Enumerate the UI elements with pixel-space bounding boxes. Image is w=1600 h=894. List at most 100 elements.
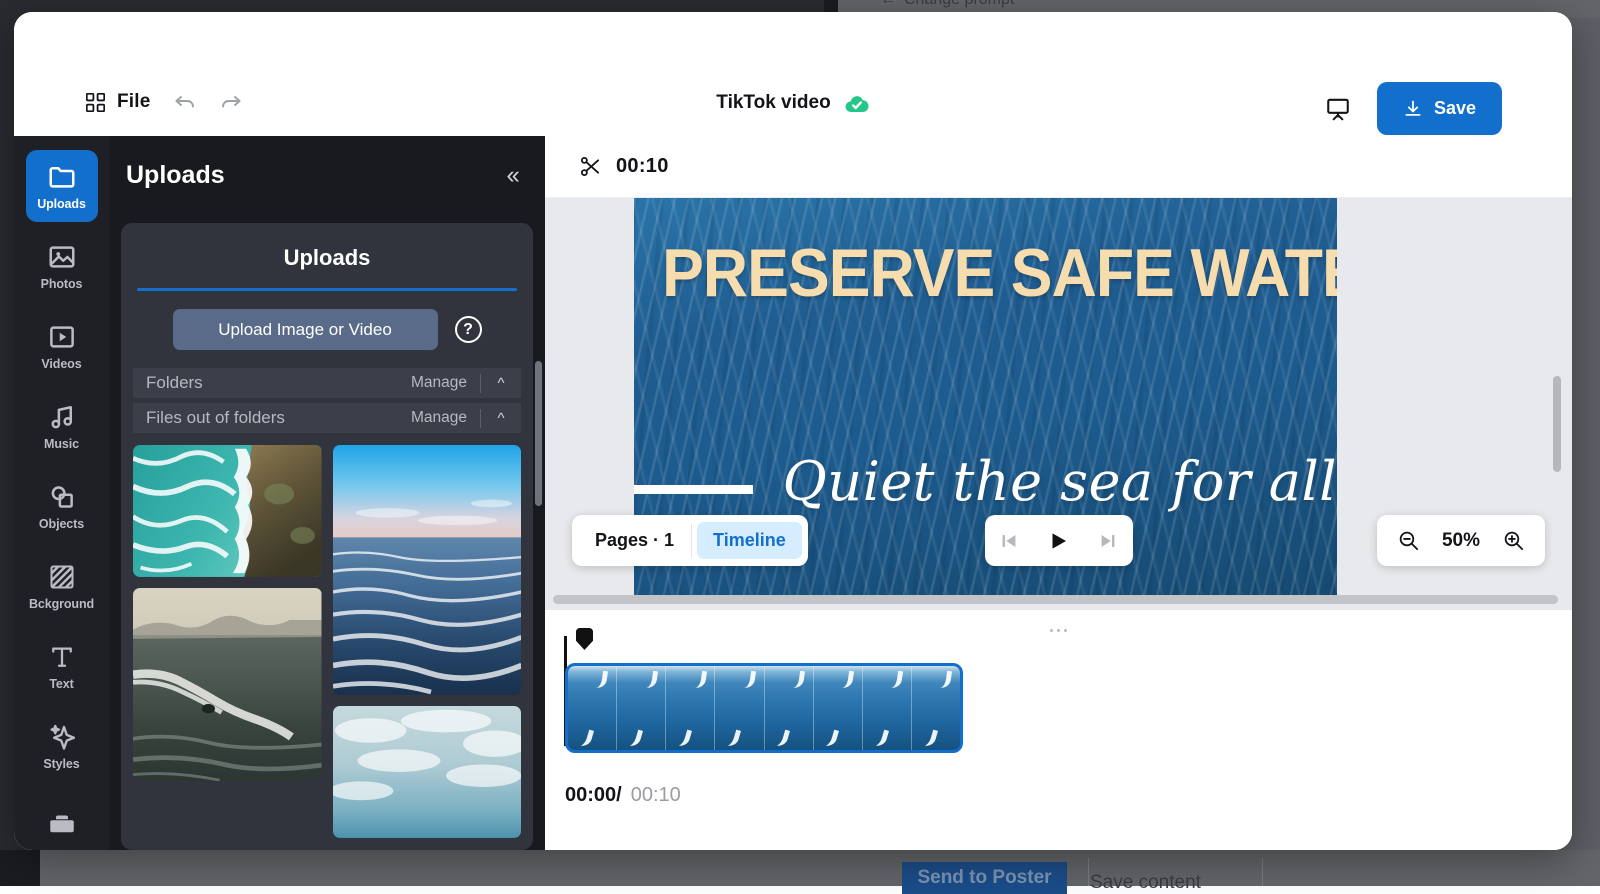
cloud-check-icon (845, 94, 870, 113)
arrow-left-icon: ← (880, 0, 896, 9)
header-right-group: Save (1321, 82, 1502, 135)
clip-duration: 00:10 (616, 155, 669, 178)
uploads-card: Uploads Upload Image or Video ? Folders … (121, 223, 533, 850)
save-content-button[interactable]: Save content (1090, 872, 1201, 894)
toolbox-icon (47, 809, 77, 839)
canvas-subline-text[interactable]: Quiet the sea for all (783, 450, 1337, 513)
playhead-handle[interactable] (576, 628, 593, 650)
uploads-thumbnail-grid (133, 445, 521, 850)
text-t-icon (47, 642, 77, 672)
sparkle-icon (47, 722, 77, 752)
image-icon (47, 242, 77, 272)
canvas-headline-text[interactable]: PRESERVE SAFE WATERS (662, 234, 1309, 312)
sidebar-item-label: Bckground (29, 597, 94, 611)
sidebar-item-label: Photos (41, 277, 83, 291)
active-tab-underline (137, 288, 517, 291)
download-icon (1403, 99, 1423, 119)
panel-title: Uploads (126, 161, 225, 190)
dot (1050, 629, 1053, 632)
thumbnail-cloudy-sky-over-sea[interactable] (333, 706, 522, 838)
sidebar-item-uploads[interactable]: Uploads (26, 150, 98, 222)
clip-frame (765, 666, 814, 750)
presentation-icon[interactable] (1321, 92, 1355, 126)
question-mark-icon[interactable]: ? (455, 316, 482, 343)
hatch-pattern-icon (47, 562, 77, 592)
play-icon[interactable] (1046, 529, 1070, 553)
manage-link[interactable]: Manage (411, 409, 480, 427)
scissors-icon[interactable] (579, 155, 602, 178)
redo-icon[interactable] (219, 90, 243, 114)
file-menu-button[interactable]: File (86, 91, 151, 113)
player-controls (985, 515, 1133, 566)
timeline-clip[interactable] (565, 663, 963, 753)
upload-image-or-video-button[interactable]: Upload Image or Video (173, 309, 438, 350)
sidebar-item-videos[interactable]: Videos (26, 310, 98, 382)
sidebar-item-label: Music (44, 437, 79, 451)
resize-handle[interactable] (1039, 623, 1079, 637)
clip-timebar: 00:10 (545, 136, 1572, 198)
canvas-subline-group: Quiet the sea for all (634, 450, 1337, 513)
thumbnail-column-left (133, 445, 322, 838)
sidebar-item-background[interactable]: Bckground (26, 550, 98, 622)
thumbnail-column-right (333, 445, 522, 838)
current-time: 00:00/ (565, 784, 622, 807)
sidebar-item-styles[interactable]: Styles (26, 710, 98, 782)
zoom-out-icon[interactable] (1397, 529, 1420, 552)
clip-frame (666, 666, 715, 750)
chevron-up-icon[interactable]: ^ (481, 375, 521, 392)
time-readout: 00:00/ 00:10 (565, 784, 681, 807)
sidebar-item-toolbox[interactable] (26, 790, 98, 850)
sidebar-item-label: Uploads (37, 197, 86, 211)
divider (691, 524, 692, 558)
chevron-up-icon[interactable]: ^ (481, 410, 521, 427)
canvas-horizontal-scrollbar[interactable] (553, 595, 1558, 604)
sidebar-item-label: Objects (39, 517, 84, 531)
change-prompt-button[interactable]: ← Change prompt (880, 0, 1014, 9)
manage-link[interactable]: Manage (411, 374, 480, 392)
thumbnail-ocean-waves-rocky-coast[interactable] (133, 445, 322, 577)
zoom-controls: 50% (1377, 515, 1545, 566)
skip-next-icon[interactable] (1097, 530, 1119, 552)
document-title-group: TikTok video (716, 92, 869, 114)
pages-tab[interactable]: Pages · 1 (578, 530, 691, 551)
skip-previous-icon[interactable] (998, 530, 1020, 552)
zoom-in-icon[interactable] (1502, 529, 1525, 552)
timeline-tab[interactable]: Timeline (697, 522, 802, 559)
accordion-folders[interactable]: Folders Manage ^ (133, 368, 521, 398)
accordion-label: Files out of folders (146, 408, 411, 428)
save-button[interactable]: Save (1377, 82, 1502, 135)
undo-icon[interactable] (173, 90, 197, 114)
sidebar-item-text[interactable]: Text (26, 630, 98, 702)
sidebar-item-photos[interactable]: Photos (26, 230, 98, 302)
zoom-level: 50% (1442, 530, 1480, 552)
clip-frame (617, 666, 666, 750)
backdrop-divider-1 (1088, 858, 1089, 886)
send-to-poster-button[interactable]: Send to Poster (902, 862, 1067, 894)
shapes-icon (47, 482, 77, 512)
chevron-double-left-icon[interactable]: ‹‹ (506, 163, 517, 188)
editor-modal: File TikTok video (14, 12, 1572, 850)
uploads-panel: Uploads ‹‹ Uploads Upload Image or Video… (109, 136, 545, 850)
save-button-label: Save (1434, 98, 1476, 119)
clip-frame (715, 666, 764, 750)
accordion-files-out-of-folders[interactable]: Files out of folders Manage ^ (133, 403, 521, 433)
sidebar-item-music[interactable]: Music (26, 390, 98, 462)
clip-frame (814, 666, 863, 750)
clip-frame (568, 666, 617, 750)
editor-area: 00:10 PRESERVE SAFE WATERS Quiet the sea… (545, 136, 1572, 850)
file-menu-label: File (117, 91, 151, 113)
timeline-track-area: 00:00/ 00:10 (545, 636, 1572, 850)
video-icon (47, 322, 77, 352)
sidebar-item-objects[interactable]: Objects (26, 470, 98, 542)
accordion-label: Folders (146, 373, 411, 393)
sidebar-item-label: Text (49, 677, 73, 691)
dot (1057, 629, 1060, 632)
panel-scrollbar[interactable] (535, 361, 542, 506)
canvas-vertical-scrollbar[interactable] (1553, 376, 1561, 472)
canvas-accent-bar (634, 485, 753, 494)
backdrop-divider-2 (1262, 858, 1263, 886)
thumbnail-open-sea-under-blue-sky[interactable] (333, 445, 522, 695)
editor-header: File TikTok video (14, 12, 1572, 136)
sidebar-item-label: Videos (41, 357, 81, 371)
thumbnail-surf-break-at-dusk[interactable] (133, 588, 322, 781)
